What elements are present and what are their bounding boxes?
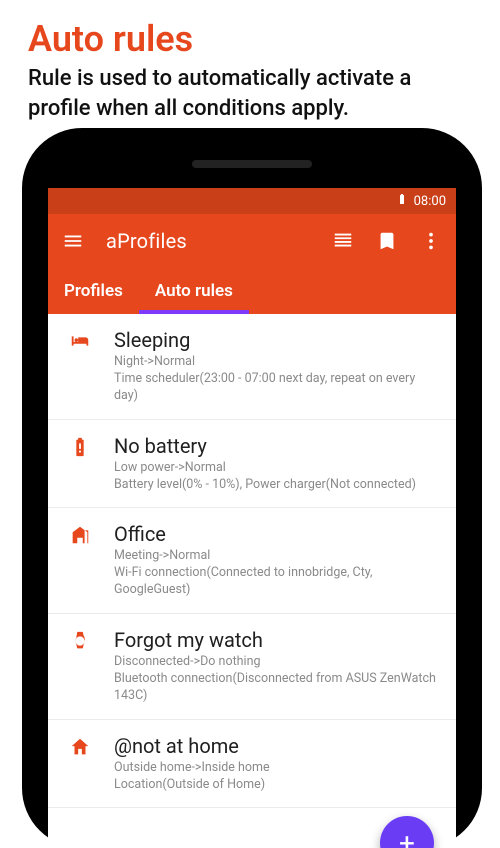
tab-profiles[interactable]: Profiles [48,268,139,314]
list-item[interactable]: @not at home Outside home->Inside home L… [48,720,456,809]
rule-line2: Bluetooth connection(Disconnected from A… [114,671,440,705]
rule-title: No battery [114,434,440,458]
rule-title: @not at home [114,734,440,758]
lines-icon[interactable] [332,230,354,252]
watch-icon [66,628,94,705]
battery-full-icon [396,193,408,209]
app-bar: aProfiles Profiles Auto rules [48,214,456,314]
rule-line1: Disconnected->Do nothing [114,654,440,671]
rule-title: Office [114,522,440,546]
battery-alert-icon [66,434,94,494]
rule-line2: Wi-Fi connection(Connected to innobridge… [114,565,440,599]
rule-line2: Location(Outside of Home) [114,777,440,794]
tab-auto-rules[interactable]: Auto rules [139,268,249,314]
promo-title: Auto rules [0,0,500,64]
app-title: aProfiles [106,229,310,253]
list-item[interactable]: Office Meeting->Normal Wi-Fi connection(… [48,508,456,614]
phone-frame: 08:00 aProfiles [22,128,482,848]
tabs: Profiles Auto rules [48,268,456,314]
fab-add[interactable]: + [380,816,434,848]
bookmark-icon[interactable] [376,230,398,252]
promo-subtitle: Rule is used to automatically activate a… [0,64,500,133]
rules-list: Sleeping Night->Normal Time scheduler(23… [48,314,456,808]
status-bar: 08:00 [48,188,456,214]
rule-line2: Battery level(0% - 10%), Power charger(N… [114,477,440,494]
menu-icon[interactable] [62,230,84,252]
list-item[interactable]: Forgot my watch Disconnected->Do nothing… [48,614,456,720]
rule-line1: Outside home->Inside home [114,760,440,777]
more-vert-icon[interactable] [420,230,442,252]
home-icon [66,734,94,794]
status-time: 08:00 [414,194,446,209]
building-icon [66,522,94,599]
list-item[interactable]: No battery Low power->Normal Battery lev… [48,420,456,509]
rule-line1: Meeting->Normal [114,548,440,565]
rule-line2: Time scheduler(23:00 - 07:00 next day, r… [114,371,440,405]
rule-title: Sleeping [114,328,440,352]
rule-title: Forgot my watch [114,628,440,652]
list-item[interactable]: Sleeping Night->Normal Time scheduler(23… [48,314,456,420]
bed-icon [66,328,94,405]
phone-screen: 08:00 aProfiles [48,188,456,848]
rule-line1: Night->Normal [114,354,440,371]
rule-line1: Low power->Normal [114,460,440,477]
